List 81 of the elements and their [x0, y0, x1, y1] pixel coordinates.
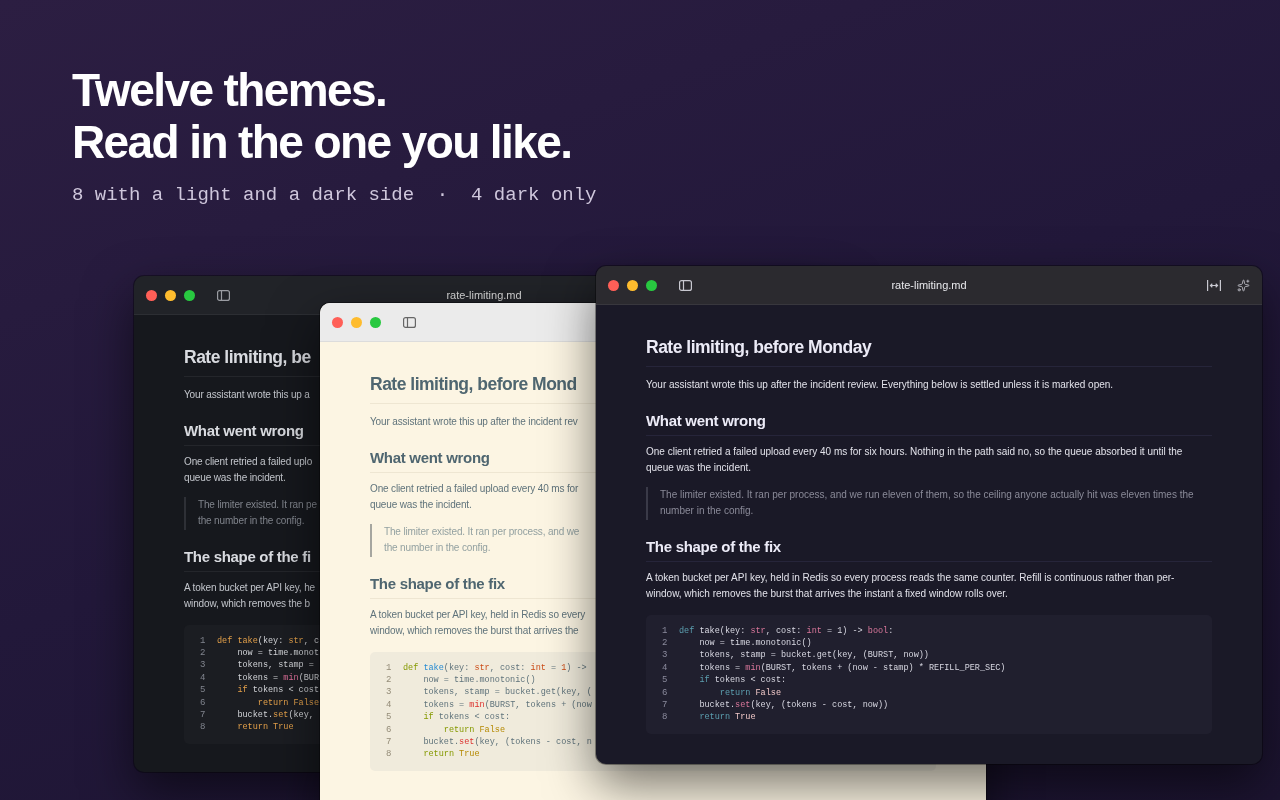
paragraph: One client retried a failed uplo: [184, 454, 313, 469]
code-line: def take(key: str, cost: int = 1) ->: [403, 661, 587, 674]
line-number: 2: [662, 636, 669, 650]
line-number: 8: [386, 748, 393, 761]
subtitle: 8 with a light and a dark side · 4 dark only: [72, 184, 598, 206]
quote-text: The limiter existed. It ran per process, and we: [384, 524, 580, 539]
code-line: return False: [442, 723, 506, 736]
line-number: 7: [200, 708, 207, 722]
document-title: Rate limiting, before Monday: [646, 337, 1212, 367]
paragraph: One client retried a failed upload every 40 ms for: [370, 481, 579, 496]
quote-text: the number in the config.: [198, 514, 305, 528]
close-button[interactable]: [608, 279, 619, 291]
paragraph: queue was the incident.: [184, 471, 286, 485]
line-number: 2: [386, 673, 393, 687]
line-number: 1: [386, 661, 393, 674]
code-line: now = time.monotonic(): [422, 673, 536, 687]
line-number: 6: [386, 723, 393, 736]
minimize-button[interactable]: [165, 289, 176, 301]
quote-text: The limiter existed. It ran pe: [198, 497, 317, 512]
line-number: 3: [662, 649, 669, 662]
code-line: def take(key: str, cost: int = 1) -> bool:: [679, 624, 894, 637]
line-number: 8: [200, 721, 207, 734]
code-line: now = time.monot: [236, 646, 320, 660]
line-number: 4: [662, 661, 669, 675]
code-line: def take(key: str, c: [217, 634, 320, 647]
line-number: 2: [200, 646, 207, 660]
code-line: bucket.set(key,: [236, 708, 314, 722]
headline: Twelve themes.: [72, 64, 388, 116]
paragraph: window, which removes the burst that arrives the: [370, 624, 579, 638]
code-line: tokens = min(BUR: [236, 671, 320, 685]
zoom-button[interactable]: [184, 289, 195, 301]
code-line: tokens = min(BURST, tokens + (now - stamp) * REFILL_PER_SEC): [698, 661, 1006, 675]
code-line: tokens, stamp =: [236, 659, 314, 672]
code-line: return True: [236, 721, 294, 734]
line-number: 5: [662, 674, 669, 687]
line-number: 6: [662, 686, 669, 699]
line-number: 3: [386, 686, 393, 699]
line-number: 6: [200, 696, 207, 709]
line-number: 3: [200, 659, 207, 672]
code-line: return True: [698, 711, 756, 724]
sidebar-icon[interactable]: [217, 289, 230, 301]
code-line: bucket.set(key, (tokens - cost, n: [422, 735, 592, 749]
sidebar-icon[interactable]: [679, 279, 692, 291]
code-line: return True: [422, 748, 480, 761]
paragraph: Your assistant wrote this up a: [184, 388, 310, 402]
code-line: if tokens < cost:: [698, 674, 787, 687]
fit-width-icon[interactable]: [1207, 279, 1221, 291]
code-line: return False: [256, 696, 320, 709]
sidebar-icon[interactable]: [403, 316, 416, 328]
close-button[interactable]: [332, 316, 343, 328]
line-number: 7: [386, 735, 393, 749]
code-line: now = time.monotonic(): [698, 636, 812, 650]
code-line: tokens, stamp = bucket.get(key, (: [422, 686, 592, 699]
line-number: 1: [200, 634, 207, 647]
window-title: rate-limiting.md: [446, 289, 522, 301]
line-number: 4: [386, 698, 393, 712]
sparkles-icon[interactable]: [1237, 278, 1250, 292]
line-number: 4: [200, 671, 207, 685]
code-line: return False: [718, 686, 782, 699]
line-number: 7: [662, 698, 669, 712]
line-number: 8: [662, 711, 669, 724]
paragraph: A token bucket per API key, held in Redis so every: [370, 607, 586, 622]
quote-text: The limiter existed. It ran per process, and we run eleven of them, so the ceiling anyone actually hit was eleven times the number in the config.: [660, 487, 1195, 518]
code-line: if tokens < cost:: [422, 711, 511, 724]
section-heading: What went wrong: [646, 411, 1212, 436]
line-number: 5: [200, 684, 207, 697]
line-number: 1: [662, 624, 669, 637]
zoom-button[interactable]: [646, 279, 657, 291]
minimize-button[interactable]: [627, 279, 638, 291]
code-line: if tokens < cost: [236, 684, 320, 697]
paragraph: window, which removes the b: [184, 597, 310, 611]
code-line: bucket.set(key, (tokens - cost, now)): [698, 698, 889, 712]
close-button[interactable]: [146, 289, 157, 301]
headline: Read in the one you like.: [72, 116, 573, 168]
section-heading: The shape of the fix: [646, 537, 1212, 562]
paragraph: queue was the incident.: [370, 498, 472, 512]
code-line: tokens, stamp = bucket.get(key, (BURST, now)): [698, 649, 929, 662]
line-number: 5: [386, 711, 393, 724]
window-title: rate-limiting.md: [891, 279, 967, 291]
code-line: tokens = min(BURST, tokens + (now: [422, 698, 592, 712]
paragraph: A token bucket per API key, he: [184, 580, 315, 595]
